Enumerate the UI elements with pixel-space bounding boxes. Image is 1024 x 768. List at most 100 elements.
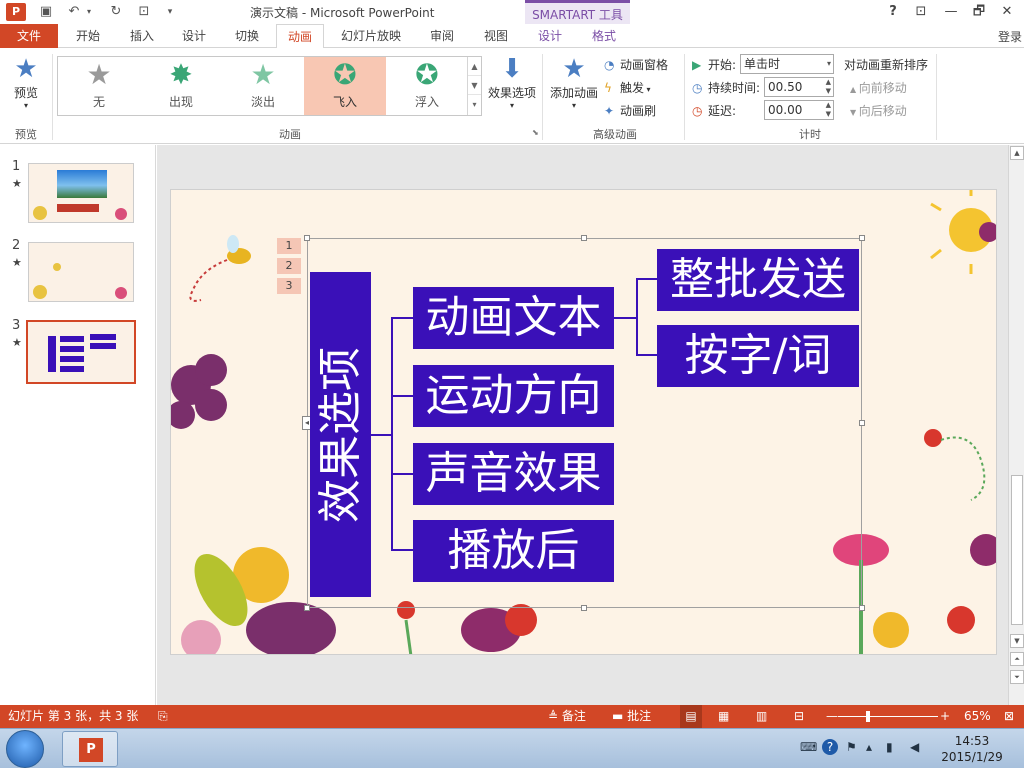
tab-home[interactable]: 开始: [66, 24, 110, 48]
tab-animations[interactable]: 动画: [276, 24, 324, 49]
dialog-launcher-icon[interactable]: ⬊: [532, 128, 539, 137]
group-label-advanced: 高级动画: [593, 128, 637, 141]
slideshow-view-icon[interactable]: ⊟: [794, 705, 804, 728]
redo-icon[interactable]: ↻: [106, 3, 126, 21]
spell-check-icon[interactable]: ⎘: [158, 705, 168, 728]
comments-button[interactable]: ▬ 批注: [612, 705, 651, 728]
reading-view-icon[interactable]: ▥: [756, 705, 767, 728]
smartart-main-box[interactable]: 效果选项: [310, 272, 371, 597]
animation-fade[interactable]: ★ 淡出: [222, 57, 304, 115]
taskbar-powerpoint-button[interactable]: P: [62, 731, 118, 767]
gallery-up-icon[interactable]: ▲: [468, 57, 481, 76]
normal-view-icon[interactable]: ▤: [680, 705, 702, 728]
delay-spinner[interactable]: 00.00 ▲ ▼: [764, 100, 834, 120]
vertical-scrollbar[interactable]: ▲ ▼ ⏶ ⏷: [1008, 145, 1024, 705]
animation-order-tag[interactable]: 2: [277, 258, 301, 274]
fit-slide-icon[interactable]: ⊠: [1004, 705, 1014, 728]
animation-pane-button[interactable]: ◔ 动画窗格: [604, 56, 668, 73]
zoom-out-icon[interactable]: —: [826, 705, 838, 728]
gallery-down-icon[interactable]: ▼: [468, 76, 481, 95]
tab-design[interactable]: 设计: [172, 24, 216, 48]
tab-view[interactable]: 视图: [474, 24, 518, 48]
animation-appear[interactable]: ✸ 出现: [140, 57, 222, 115]
save-icon[interactable]: ▣: [36, 3, 56, 21]
tab-insert[interactable]: 插入: [120, 24, 164, 48]
resize-handle[interactable]: [859, 235, 865, 241]
slide-thumbnail-1[interactable]: [28, 163, 134, 223]
tab-file[interactable]: 文件: [0, 24, 58, 48]
move-earlier-button[interactable]: ▲ 向前移动: [850, 79, 907, 96]
animation-painter-button[interactable]: ✦ 动画刷: [604, 102, 656, 119]
thumb-number: 1: [12, 159, 21, 174]
animation-none[interactable]: ★ 无: [58, 57, 140, 115]
network-icon[interactable]: ▮: [886, 740, 893, 754]
smartart-box-sound[interactable]: 声音效果: [413, 443, 614, 505]
prev-slide-icon[interactable]: ⏶: [1010, 652, 1024, 666]
undo-dropdown-icon[interactable]: ▾: [84, 3, 94, 21]
resize-handle[interactable]: [581, 235, 587, 241]
tab-transitions[interactable]: 切换: [225, 24, 269, 48]
duration-spinner[interactable]: 00.50 ▲ ▼: [764, 77, 834, 97]
sun-icon: [930, 190, 996, 274]
login-link[interactable]: 登录: [998, 28, 1022, 45]
system-clock[interactable]: 14:53 2015/1/29: [940, 733, 1004, 765]
resize-handle[interactable]: [304, 605, 310, 611]
gallery-more-icon[interactable]: ▾: [468, 95, 481, 114]
tab-smartart-format[interactable]: 格式: [582, 24, 626, 48]
next-slide-icon[interactable]: ⏷: [1010, 670, 1024, 684]
thumb-smartart-block: [60, 336, 84, 342]
tab-review[interactable]: 审阅: [420, 24, 464, 48]
trigger-button[interactable]: ϟ 触发 ▾: [604, 79, 651, 96]
resize-handle[interactable]: [581, 605, 587, 611]
tab-slideshow[interactable]: 幻灯片放映: [334, 24, 408, 48]
resize-handle[interactable]: [859, 605, 865, 611]
zoom-level[interactable]: 65%: [964, 705, 991, 728]
ribbon-tab-bar: 文件 开始 插入 设计 切换 动画 幻灯片放映 审阅 视图 设计 格式 登录: [0, 24, 1024, 49]
zoom-slider[interactable]: [838, 716, 938, 717]
smartart-box-after-animation[interactable]: 播放后: [413, 520, 614, 582]
notes-button[interactable]: ≜ 备注: [548, 705, 586, 728]
effect-options-button[interactable]: ⬇ 效果选项 ▾: [486, 54, 538, 110]
smartart-box-direction[interactable]: 运动方向: [413, 365, 614, 427]
bottom-center-flowers: [397, 601, 537, 654]
undo-icon[interactable]: ↶: [64, 3, 84, 21]
move-later-button[interactable]: ▼ 向后移动: [850, 102, 907, 119]
help-icon[interactable]: ?: [882, 2, 904, 22]
slide-thumbnail-3[interactable]: [26, 320, 136, 384]
resize-handle[interactable]: [304, 235, 310, 241]
ribbon-display-icon[interactable]: ⊡: [910, 2, 932, 22]
show-hidden-icon[interactable]: ▴: [866, 740, 872, 754]
tab-smartart-design[interactable]: 设计: [528, 24, 572, 48]
zoom-in-icon[interactable]: +: [940, 705, 950, 728]
scroll-thumb[interactable]: [1011, 475, 1023, 625]
slide-thumbnail-2[interactable]: [28, 242, 134, 302]
lightning-icon: ϟ: [604, 81, 612, 95]
keyboard-icon[interactable]: ⌨: [800, 740, 817, 754]
slide-sorter-icon[interactable]: ▦: [718, 705, 729, 728]
preview-button[interactable]: ★ 预览 ▾: [6, 54, 46, 110]
restore-icon[interactable]: 🗗: [968, 2, 990, 22]
minimize-icon[interactable]: —: [940, 2, 962, 22]
flag-tray-icon[interactable]: ⚑: [846, 740, 857, 754]
add-animation-button[interactable]: ★ 添加动画 ▾: [548, 54, 600, 110]
scroll-down-icon[interactable]: ▼: [1010, 634, 1024, 648]
resize-handle[interactable]: [859, 420, 865, 426]
customize-qat-icon[interactable]: ▾: [160, 3, 180, 21]
start-button[interactable]: [6, 730, 44, 768]
close-icon[interactable]: ✕: [996, 2, 1018, 22]
start-select[interactable]: 单击时 ▾: [740, 54, 834, 74]
animation-order-tag[interactable]: 3: [277, 278, 301, 294]
animation-float-in[interactable]: ✪ 浮入: [386, 57, 468, 115]
smartart-box-animate-text[interactable]: 动画文本: [413, 287, 614, 349]
help-tray-icon[interactable]: ?: [822, 739, 838, 755]
powerpoint-app-icon[interactable]: P: [6, 3, 26, 21]
smartart-box-all-at-once[interactable]: 整批发送: [657, 249, 859, 311]
present-icon[interactable]: ⊡: [134, 3, 154, 21]
scroll-up-icon[interactable]: ▲: [1010, 146, 1024, 160]
volume-icon[interactable]: ◀: [910, 740, 919, 754]
smartart-box-by-word[interactable]: 按字/词: [657, 325, 859, 387]
slide-canvas[interactable]: ◂ 1 2 3 效果选项 动画文本 运动方向 声音效果 播放后 整批发送 按字/…: [170, 189, 997, 655]
animation-order-tag[interactable]: 1: [277, 238, 301, 254]
animation-fly-in[interactable]: ✪ 飞入: [304, 57, 386, 115]
zoom-slider-thumb[interactable]: [866, 711, 870, 722]
